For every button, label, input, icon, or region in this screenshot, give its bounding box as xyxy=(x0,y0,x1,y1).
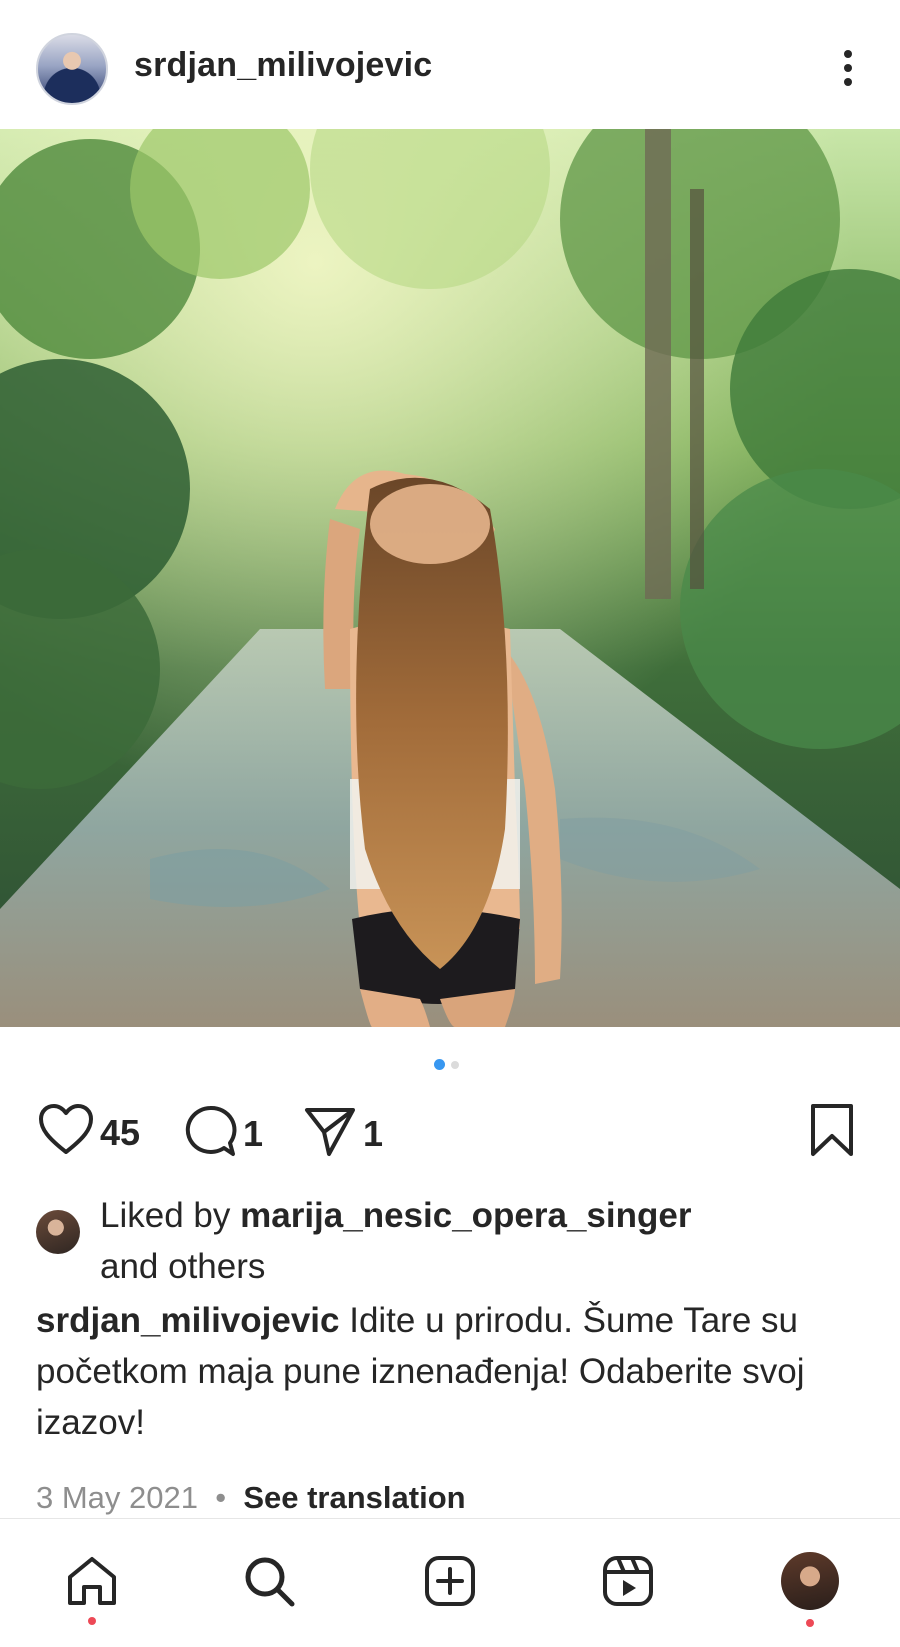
liked-by-suffix[interactable]: and others xyxy=(100,1247,265,1286)
comment-action[interactable]: 1 xyxy=(183,1104,263,1163)
nav-profile[interactable] xyxy=(778,1549,842,1627)
home-icon xyxy=(68,1557,116,1605)
caption-username[interactable]: srdjan_milivojevic xyxy=(36,1301,339,1340)
see-translation-link[interactable]: See translation xyxy=(243,1480,465,1515)
add-post-icon xyxy=(425,1556,475,1606)
liked-by-prefix: Liked by xyxy=(100,1196,231,1235)
post-caption: srdjan_milivojevic Idite u prirodu. Šume… xyxy=(36,1295,866,1448)
nav-search[interactable] xyxy=(237,1549,301,1613)
meta-separator: • xyxy=(215,1480,227,1515)
profile-notification-dot xyxy=(806,1619,814,1627)
carousel-dot-active xyxy=(434,1059,445,1071)
liked-by-text[interactable]: Liked by marija_nesic_opera_singer and o… xyxy=(100,1190,691,1292)
post-username[interactable]: srdjan_milivojevic xyxy=(134,46,432,85)
heart-icon[interactable] xyxy=(38,1104,94,1161)
carousel-indicator xyxy=(434,1056,465,1071)
liked-by-user[interactable]: marija_nesic_opera_singer xyxy=(240,1196,691,1235)
profile-avatar-nav xyxy=(781,1552,839,1610)
share-count: 1 xyxy=(363,1112,384,1154)
like-count: 45 xyxy=(100,1111,141,1153)
like-action[interactable]: 45 xyxy=(38,1104,140,1161)
save-icon[interactable] xyxy=(808,1102,856,1158)
bottom-nav xyxy=(0,1518,900,1647)
reels-icon xyxy=(603,1556,653,1606)
carousel-dot xyxy=(451,1060,459,1069)
nav-reels[interactable] xyxy=(596,1549,660,1613)
comment-count: 1 xyxy=(243,1112,264,1154)
post-meta: 3 May 2021 • See translation xyxy=(36,1480,466,1516)
post-actions: 45 1 1 xyxy=(0,1096,900,1166)
nav-home[interactable] xyxy=(60,1549,124,1625)
send-icon[interactable] xyxy=(303,1104,357,1163)
comment-icon[interactable] xyxy=(183,1104,237,1163)
search-icon xyxy=(245,1557,295,1607)
post-photo[interactable] xyxy=(0,129,900,1027)
home-notification-dot xyxy=(88,1617,96,1625)
post-header: srdjan_milivojevic xyxy=(0,0,900,128)
more-options-icon[interactable] xyxy=(836,48,860,88)
profile-avatar[interactable] xyxy=(36,33,108,105)
post-date: 3 May 2021 xyxy=(36,1480,198,1515)
share-action[interactable]: 1 xyxy=(303,1104,383,1163)
liker-avatar[interactable] xyxy=(36,1210,80,1254)
nav-create[interactable] xyxy=(418,1549,482,1613)
